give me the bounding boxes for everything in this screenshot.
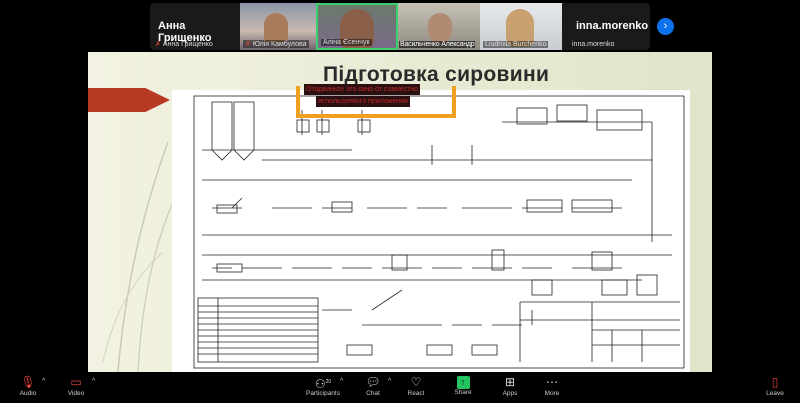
video-button[interactable]: ▭ Video bbox=[56, 375, 96, 397]
share-button[interactable]: ↑ Share bbox=[443, 375, 483, 396]
process-flow-diagram bbox=[193, 95, 685, 369]
participant-video-tile[interactable]: Liudmila Burchenko bbox=[480, 3, 562, 50]
participant-label: inna.morenko bbox=[572, 41, 615, 48]
chat-icon: 💬︎ bbox=[365, 375, 381, 389]
meeting-toolbar: 🎙︎ Audio ^ ▭ Video ^ ⚇20 Participants ^ 💬︎ C… bbox=[0, 372, 800, 403]
react-label: React bbox=[407, 390, 425, 397]
move-window-warning: Отодвиньте это окно от совместно использ… bbox=[296, 84, 456, 118]
chat-label: Chat bbox=[366, 390, 380, 397]
chat-button[interactable]: 💬︎ Chat bbox=[353, 375, 393, 397]
participant-video-tile-active[interactable]: Аліна Єсенчук bbox=[316, 3, 398, 50]
mic-muted-icon: ✗ bbox=[155, 41, 161, 48]
chat-options-caret[interactable]: ^ bbox=[388, 378, 391, 385]
participant-video-tile[interactable]: ✗ Юлія Камбулова bbox=[240, 3, 316, 50]
participant-label: Юлія Камбулова bbox=[252, 41, 307, 48]
leave-button[interactable]: ▯ Leave bbox=[755, 375, 795, 397]
video-off-icon: ▭ bbox=[70, 375, 82, 389]
heart-icon: ♡ bbox=[410, 375, 422, 389]
more-button[interactable]: ⋯ More bbox=[532, 375, 572, 397]
participants-label: Participants bbox=[306, 390, 340, 397]
leave-label: Leave bbox=[766, 390, 784, 397]
video-label: Video bbox=[67, 390, 85, 397]
leave-door-icon: ▯ bbox=[771, 375, 779, 389]
apps-button[interactable]: ⊞ Apps bbox=[490, 375, 530, 397]
audio-options-caret[interactable]: ^ bbox=[42, 378, 45, 385]
participants-options-caret[interactable]: ^ bbox=[340, 378, 343, 385]
participant-label: Васильченко Александр bbox=[399, 41, 476, 48]
participant-video bbox=[264, 13, 288, 43]
participant-label: Liudmila Burchenko bbox=[483, 41, 549, 48]
share-arrow-icon: ↑ bbox=[456, 376, 470, 389]
participant-name: inna.morenko bbox=[576, 20, 649, 32]
participant-tile[interactable]: inna.morenko inna.morenko bbox=[562, 3, 650, 50]
next-page-button[interactable]: › bbox=[657, 18, 674, 35]
audio-label: Audio bbox=[19, 390, 37, 397]
participant-video bbox=[428, 13, 452, 43]
technological-scheme-drawing bbox=[172, 90, 690, 372]
participant-label: Аліна Єсенчук bbox=[321, 39, 372, 46]
mic-muted-icon: ✗ bbox=[245, 41, 251, 48]
warning-text-line1: Отодвиньте это окно от совместно bbox=[304, 84, 421, 95]
share-label: Share bbox=[454, 389, 472, 396]
more-label: More bbox=[544, 390, 560, 397]
more-icon: ⋯ bbox=[546, 375, 558, 389]
warning-text-line2: используемого приложения bbox=[316, 96, 410, 107]
shared-screen-slide: Підготовка сировини Отодвиньте это окно … bbox=[88, 52, 712, 372]
participant-video-tile[interactable]: Васильченко Александр bbox=[398, 3, 480, 50]
video-options-caret[interactable]: ^ bbox=[92, 378, 95, 385]
react-button[interactable]: ♡ React bbox=[396, 375, 436, 397]
participant-tile[interactable]: Анна Грищенко ✗ Анна Грищенко bbox=[150, 3, 240, 50]
chevron-right-icon: › bbox=[663, 20, 668, 32]
participants-count: 20 bbox=[325, 379, 332, 385]
slide-grass-decoration bbox=[102, 141, 174, 372]
apps-icon: ⊞ bbox=[504, 375, 516, 389]
participant-label: Анна Грищенко bbox=[162, 41, 213, 48]
apps-label: Apps bbox=[502, 390, 518, 397]
